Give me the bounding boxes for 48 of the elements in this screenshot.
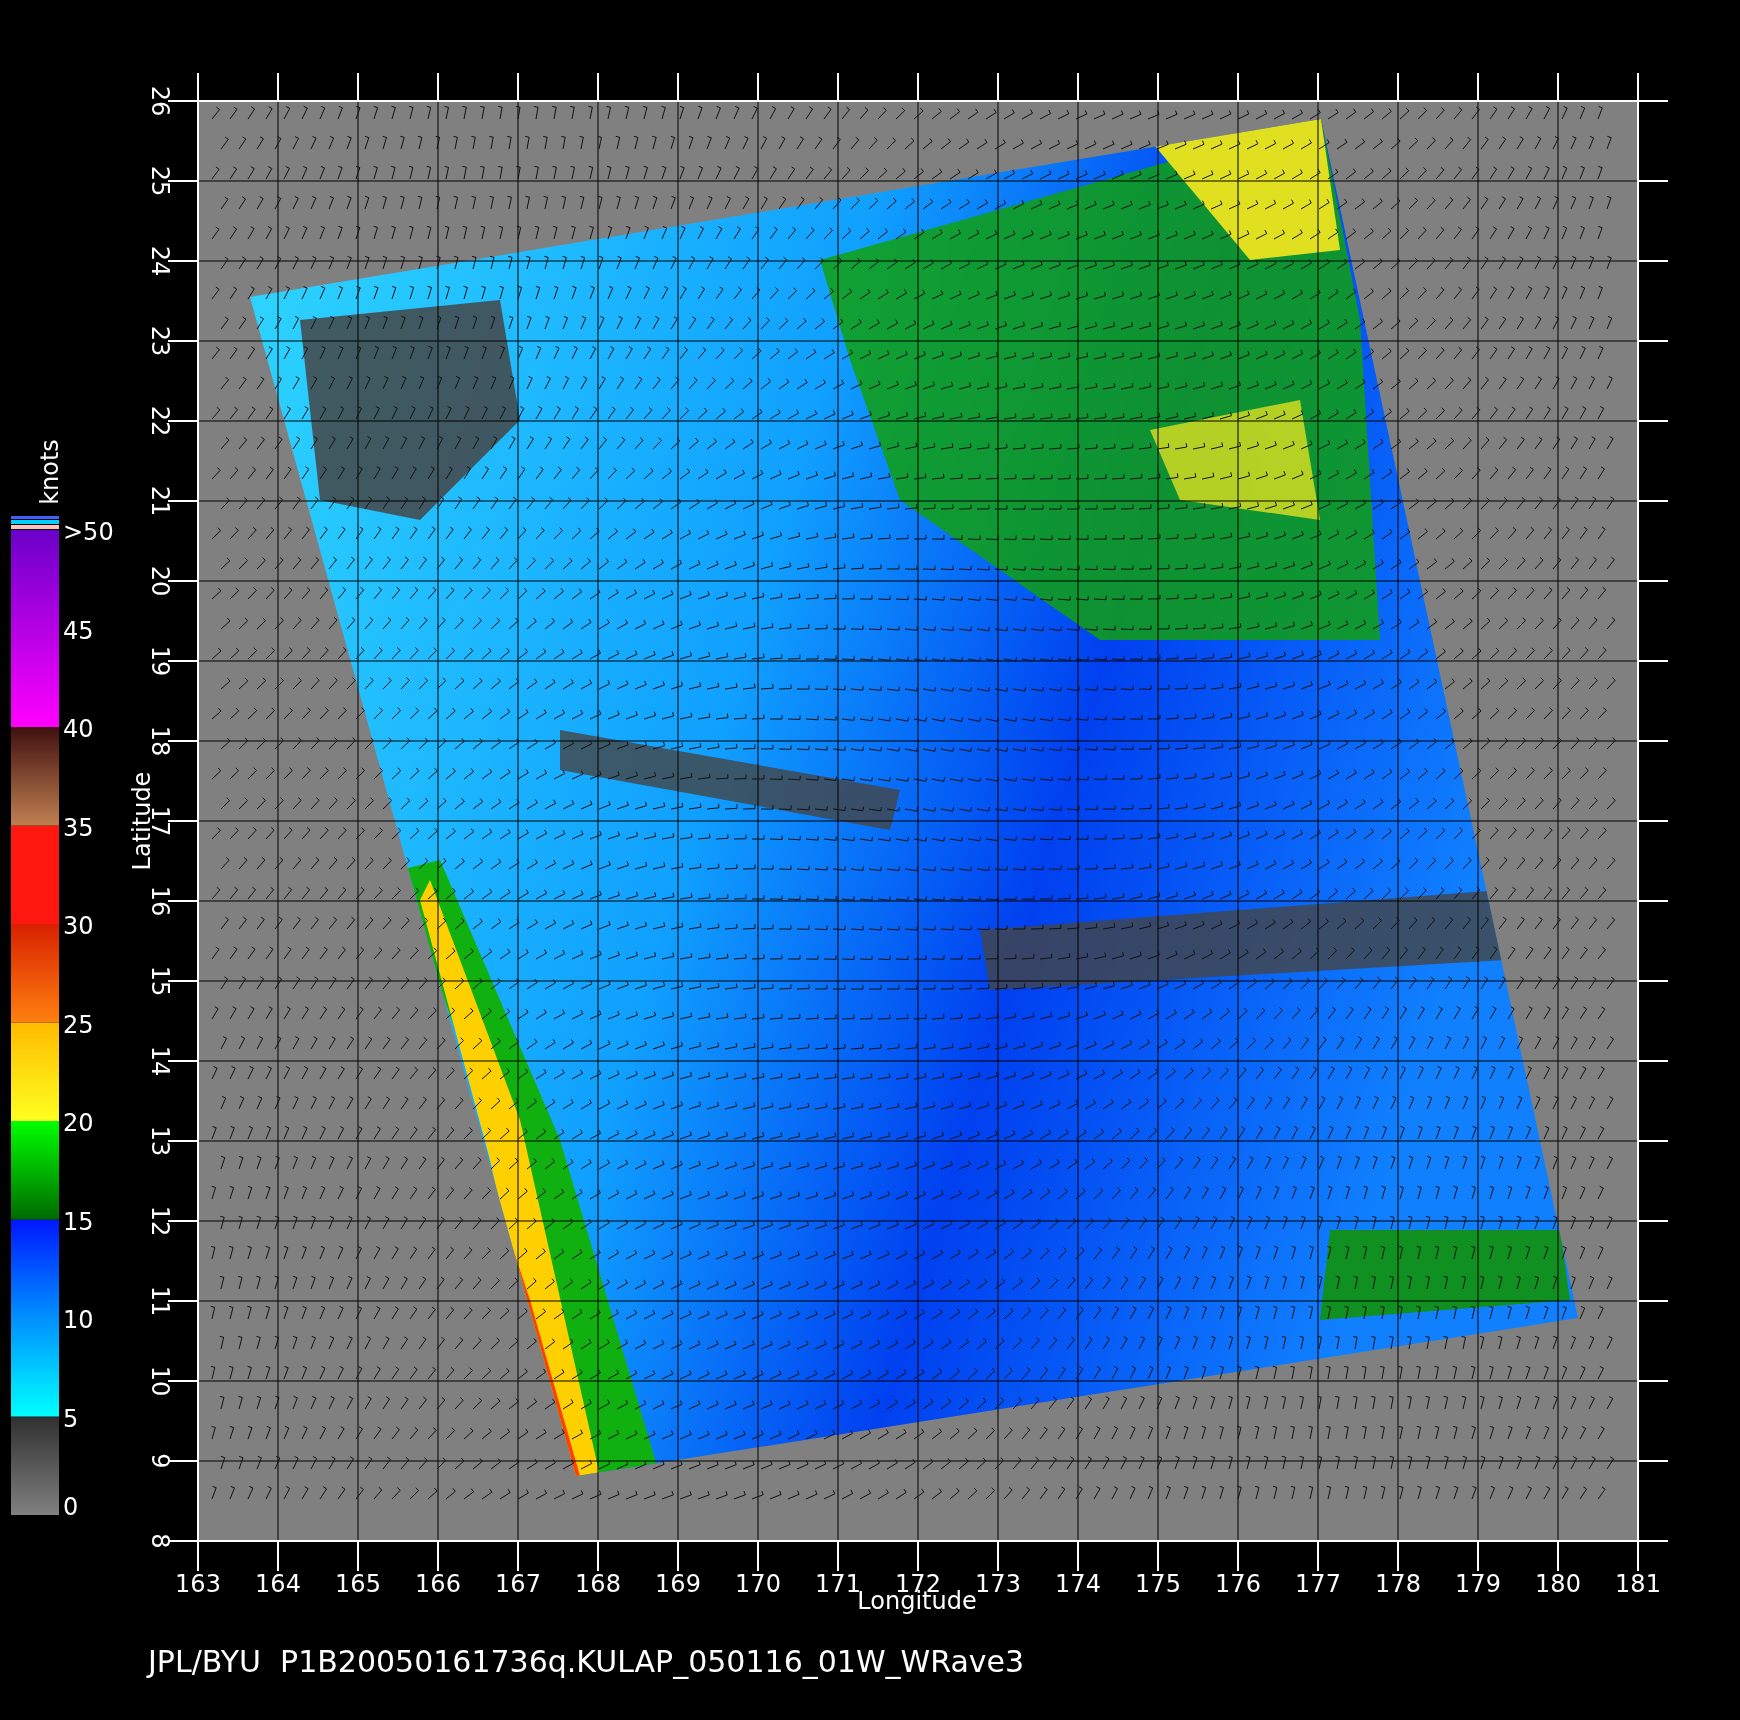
longitude-tick-label: 174 xyxy=(1055,1570,1101,1598)
longitude-tick-label: 170 xyxy=(735,1570,781,1598)
latitude-tick-label: 18 xyxy=(146,725,174,757)
longitude-tick-label: 177 xyxy=(1295,1570,1341,1598)
latitude-tick-label: 13 xyxy=(146,1125,174,1157)
longitude-tick-label: 175 xyxy=(1135,1570,1181,1598)
color-scale-label: 25 xyxy=(63,1010,94,1039)
longitude-tick-label: 180 xyxy=(1535,1570,1581,1598)
latitude-tick-label: 23 xyxy=(146,325,174,357)
longitude-tick-label: 167 xyxy=(495,1570,541,1598)
color-scale-label: 45 xyxy=(63,616,94,645)
latitude-tick-label: 22 xyxy=(146,405,174,437)
latitude-tick-label: 8 xyxy=(146,1533,174,1549)
longitude-tick-label: 163 xyxy=(175,1570,221,1598)
longitude-tick-label: 176 xyxy=(1215,1570,1261,1598)
latitude-tick-label: 14 xyxy=(146,1045,174,1077)
color-scale-label: 20 xyxy=(63,1109,94,1137)
color-scale-label: 35 xyxy=(63,813,94,842)
latitude-tick-label: 16 xyxy=(146,885,174,917)
longitude-tick-label: 168 xyxy=(575,1570,621,1598)
longitude-tick-label: 164 xyxy=(255,1570,301,1598)
color-scale-label: 5 xyxy=(63,1404,79,1433)
color-scale-label: 40 xyxy=(63,715,94,743)
latitude-tick-label: 21 xyxy=(146,485,174,517)
latitude-tick-label: 19 xyxy=(146,645,174,677)
longitude-tick-label: 173 xyxy=(975,1570,1021,1598)
color-scale-label: 10 xyxy=(63,1306,94,1334)
color-scale-title: knots xyxy=(36,439,64,505)
longitude-tick-label: 181 xyxy=(1615,1570,1661,1598)
color-scale-label: 15 xyxy=(63,1207,94,1236)
color-scale-label: 0 xyxy=(63,1493,79,1521)
longitude-tick-label: 178 xyxy=(1375,1570,1421,1598)
longitude-tick-label: 165 xyxy=(335,1570,381,1598)
image-caption: JPL/BYU P1B20050161736q.KULAP_050116_01W_WRave3 xyxy=(148,1644,1025,1679)
color-scale-label: 30 xyxy=(63,912,94,940)
latitude-tick-label: 25 xyxy=(146,165,174,197)
latitude-tick-label: 10 xyxy=(146,1365,174,1397)
latitude-tick-label: 20 xyxy=(146,565,174,597)
latitude-tick-label: 26 xyxy=(146,85,174,117)
color-scale-label: >50 xyxy=(63,518,114,546)
latitude-tick-label: 24 xyxy=(146,245,174,277)
longitude-tick-label: 169 xyxy=(655,1570,701,1598)
latitude-tick-label: 11 xyxy=(146,1285,174,1317)
longitude-tick-label: 166 xyxy=(415,1570,461,1598)
latitude-tick-label: 12 xyxy=(146,1205,174,1237)
latitude-tick-label: 9 xyxy=(146,1453,174,1469)
longitude-tick-label: 179 xyxy=(1455,1570,1501,1598)
latitude-tick-label: 15 xyxy=(146,965,174,997)
